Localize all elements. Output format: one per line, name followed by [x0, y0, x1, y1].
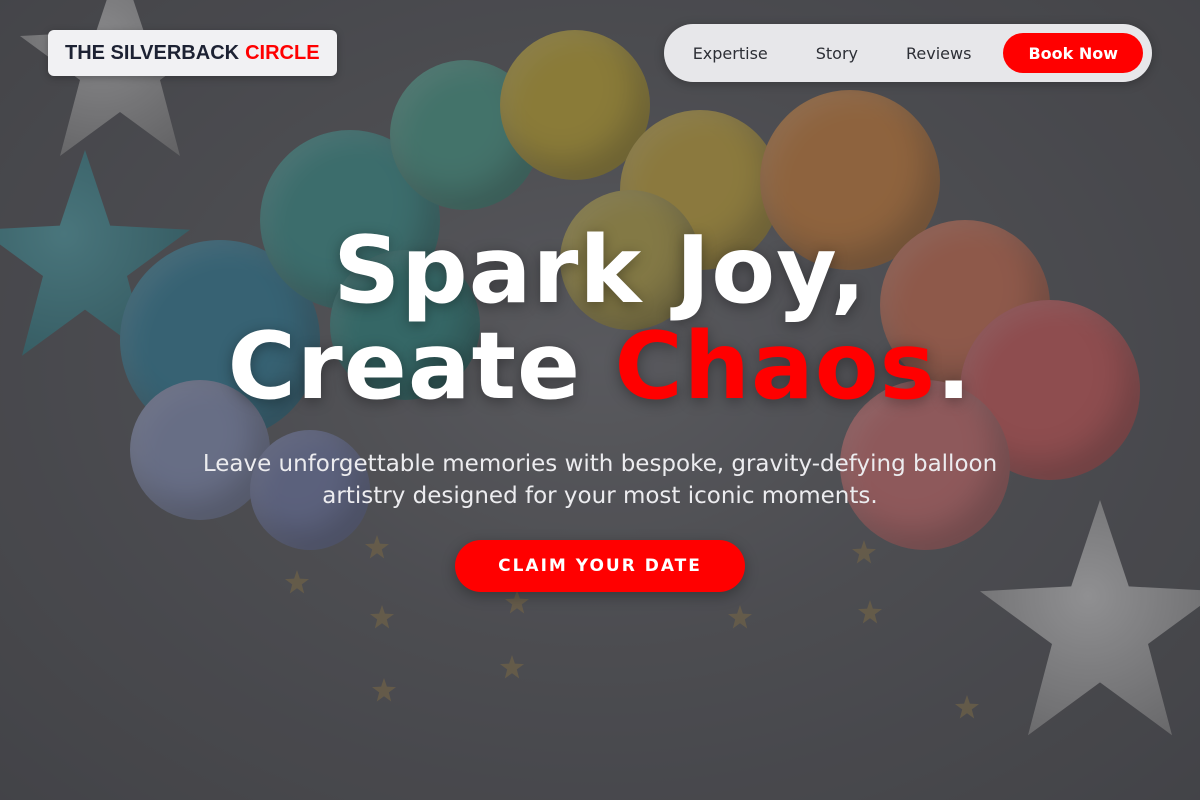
headline-line-2-prefix: Create [227, 312, 582, 420]
headline-line-1: Spark Joy, [333, 216, 867, 324]
brand-logo[interactable]: THE SILVERBACK CIRCLE [48, 30, 337, 76]
brand-name-accent: CIRCLE [245, 41, 320, 64]
nav-link-reviews[interactable]: Reviews [882, 44, 995, 63]
headline-accent-word: Chaos [614, 312, 936, 420]
nav-link-story[interactable]: Story [792, 44, 882, 63]
hero-headline: Spark Joy, Create Chaos. [0, 222, 1200, 414]
nav-link-expertise[interactable]: Expertise [669, 44, 792, 63]
brand-name: THE SILVERBACK [65, 41, 240, 64]
headline-period: . [936, 312, 973, 420]
hero-section: Spark Joy, Create Chaos. Leave unforgett… [0, 222, 1200, 592]
hero-subtitle: Leave unforgettable memories with bespok… [202, 451, 998, 509]
claim-your-date-button[interactable]: CLAIM YOUR DATE [455, 540, 745, 592]
book-now-button[interactable]: Book Now [1003, 33, 1143, 73]
main-nav: Expertise Story Reviews Book Now [663, 24, 1152, 82]
